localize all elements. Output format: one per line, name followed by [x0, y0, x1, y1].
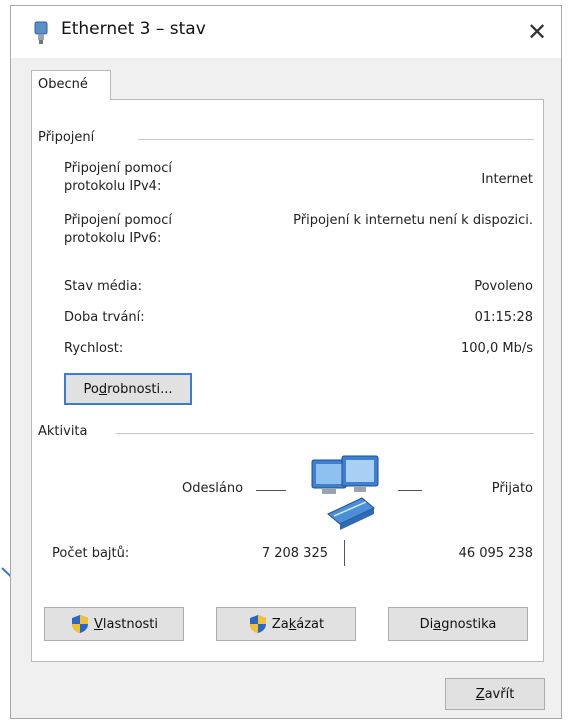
group-divider — [138, 139, 534, 140]
ipv4-label: Připojení pomocí protokolu IPv4: — [64, 161, 172, 194]
ipv6-label: Připojení pomocí protokolu IPv6: — [64, 213, 172, 246]
uac-shield-icon — [71, 615, 88, 633]
group-divider — [116, 433, 534, 434]
ipv6-value: Připojení k internetu není k dispozici. — [293, 213, 533, 228]
sent-line — [256, 490, 286, 491]
networked-computers-icon — [311, 455, 379, 530]
tab-general[interactable]: Obecné — [31, 70, 111, 100]
details-button[interactable]: Po d robnosti... — [64, 373, 192, 405]
media-state-value: Povoleno — [474, 279, 533, 294]
received-label: Přijato — [491, 481, 533, 496]
uac-shield-icon — [249, 615, 266, 633]
tab-panel: Připojení Připojení pomocí protokolu IPv… — [31, 99, 544, 662]
speed-value: 100,0 Mb/s — [461, 341, 533, 356]
close-icon[interactable]: ✕ — [513, 6, 561, 58]
sent-label: Odesláno — [182, 481, 244, 496]
bytes-divider — [344, 540, 345, 566]
close-button[interactable]: Zavřít — [445, 678, 545, 710]
dialog-window: Ethernet 3 – stav ✕ Obecné Připojení Při… — [10, 5, 562, 719]
properties-button[interactable]: Vlastnosti — [44, 607, 184, 641]
network-adapter-icon — [34, 21, 48, 44]
diagnose-button[interactable]: Di a gnostika — [388, 607, 528, 641]
bytes-label: Počet bajtů: — [52, 546, 130, 561]
duration-value: 01:15:28 — [474, 310, 533, 325]
media-state-label: Stav média: — [64, 279, 143, 294]
disable-button[interactable]: Za k ázat — [216, 607, 356, 641]
title-bar: Ethernet 3 – stav ✕ — [11, 6, 561, 58]
window-title: Ethernet 3 – stav — [61, 19, 206, 39]
group-connection-label: Připojení — [38, 130, 103, 145]
duration-label: Doba trvání: — [64, 310, 145, 325]
speed-label: Rychlost: — [64, 341, 124, 356]
group-activity-label: Aktivita — [38, 424, 96, 439]
bytes-received-value: 46 095 238 — [458, 546, 533, 561]
ipv4-value: Internet — [481, 172, 533, 187]
bytes-sent-value: 7 208 325 — [261, 546, 328, 561]
received-line — [398, 490, 422, 491]
